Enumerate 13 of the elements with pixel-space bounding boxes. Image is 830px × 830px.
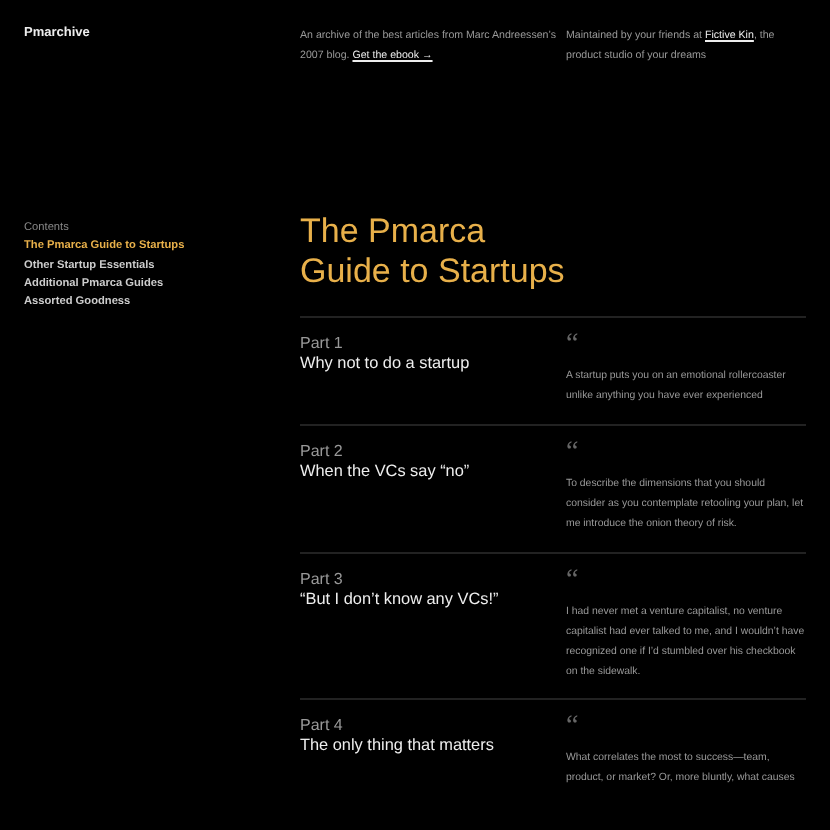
- part-label: Part 2: [300, 442, 343, 462]
- part-title[interactable]: The only thing that matters: [300, 736, 494, 756]
- quote-mark: “: [566, 442, 579, 458]
- part-label: Part 3: [300, 570, 343, 590]
- part-label: Part 1: [300, 334, 343, 354]
- part-title[interactable]: Why not to do a startup: [300, 354, 470, 374]
- quote-mark: “: [566, 570, 579, 586]
- quote-mark: “: [566, 716, 579, 732]
- quote-mark: “: [566, 334, 579, 350]
- part-title[interactable]: When the VCs say “no”: [300, 462, 470, 482]
- page-title: The Pmarca Guide to Startups: [300, 212, 567, 292]
- part-label: Part 4: [300, 716, 343, 736]
- part-title[interactable]: “But I don’t know any VCs!”: [300, 590, 499, 610]
